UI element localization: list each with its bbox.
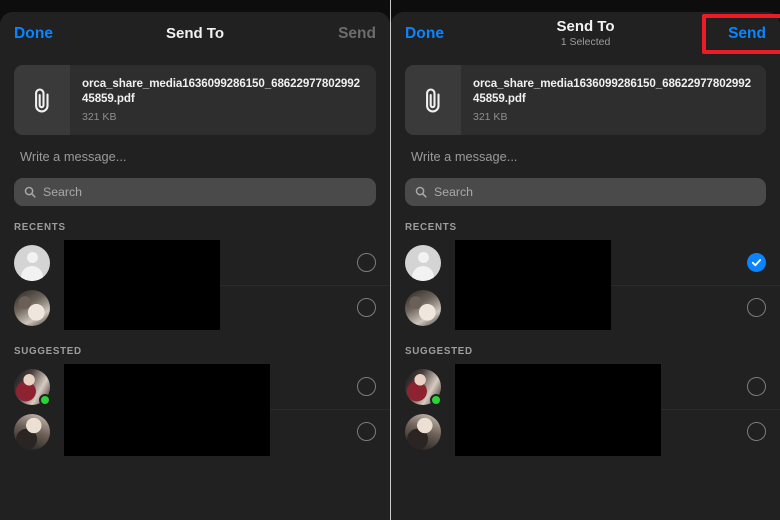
navigation-bar: Done Send To Send xyxy=(0,12,390,56)
search-icon xyxy=(415,186,427,198)
attachment-card[interactable]: orca_share_media1636099286150_6862297780… xyxy=(405,65,766,135)
online-status-indicator xyxy=(430,393,442,406)
section-header-recents: RECENTS xyxy=(405,222,457,233)
list-item[interactable] xyxy=(0,409,390,454)
search-container: Search xyxy=(391,164,780,206)
avatar xyxy=(405,244,441,281)
checkmark-icon xyxy=(751,259,762,267)
section-header-suggested: SUGGESTED xyxy=(405,346,473,357)
default-person-avatar xyxy=(405,244,441,281)
avatar xyxy=(405,289,441,326)
attachment-info: orca_share_media1636099286150_6862297780… xyxy=(461,65,766,135)
photo-avatar xyxy=(14,413,50,450)
page-title: Send To xyxy=(165,24,225,42)
share-sheet: Done Send To 1 Selected Send orca_share_… xyxy=(391,12,780,520)
avatar xyxy=(405,368,442,406)
list-item[interactable] xyxy=(0,285,390,330)
message-placeholder: Write a message... xyxy=(411,149,518,164)
navbar-title-group: Send To 1 Selected xyxy=(391,12,780,56)
photo-avatar xyxy=(405,413,441,450)
suggested-list xyxy=(391,364,780,456)
list-item[interactable] xyxy=(0,364,390,409)
navbar-title-group: Send To xyxy=(0,12,390,56)
photo-avatar xyxy=(405,289,441,326)
search-placeholder: Search xyxy=(434,185,473,199)
paperclip-icon xyxy=(14,65,70,135)
paperclip-icon xyxy=(405,65,461,135)
share-sheet: Done Send To Send orca_share_media163609… xyxy=(0,12,390,520)
avatar xyxy=(14,368,51,406)
navigation-bar: Done Send To 1 Selected Send xyxy=(391,12,780,56)
select-checkbox[interactable] xyxy=(747,377,766,396)
page-title: Send To xyxy=(556,18,615,36)
send-button[interactable]: Send xyxy=(338,25,376,43)
attachment-filesize: 321 KB xyxy=(473,110,508,123)
suggested-list xyxy=(0,364,390,456)
section-header-suggested: SUGGESTED xyxy=(14,346,82,357)
search-input[interactable]: Search xyxy=(405,178,766,206)
avatar xyxy=(14,244,50,281)
list-item[interactable] xyxy=(391,409,780,454)
avatar xyxy=(14,289,50,326)
panel-after: Done Send To 1 Selected Send orca_share_… xyxy=(390,0,780,520)
attachment-filesize: 321 KB xyxy=(82,110,117,123)
search-input[interactable]: Search xyxy=(14,178,376,206)
list-item[interactable] xyxy=(391,240,780,285)
select-checkbox[interactable] xyxy=(357,253,376,272)
online-status-indicator xyxy=(39,393,51,406)
send-button[interactable]: Send xyxy=(728,25,766,43)
list-item[interactable] xyxy=(391,364,780,409)
done-button[interactable]: Done xyxy=(405,25,444,43)
done-button[interactable]: Done xyxy=(14,25,53,43)
attachment-filename: orca_share_media1636099286150_6862297780… xyxy=(82,77,360,106)
select-checkbox[interactable] xyxy=(747,298,766,317)
select-checkbox[interactable] xyxy=(357,377,376,396)
search-placeholder: Search xyxy=(43,185,82,199)
message-field[interactable]: Write a message... xyxy=(391,135,780,164)
select-checkbox[interactable] xyxy=(357,422,376,441)
attachment-info: orca_share_media1636099286150_6862297780… xyxy=(70,65,376,135)
list-item[interactable] xyxy=(391,285,780,330)
recents-list xyxy=(391,240,780,330)
selection-count: 1 Selected xyxy=(560,36,611,49)
attachment-card[interactable]: orca_share_media1636099286150_6862297780… xyxy=(14,65,376,135)
attachment-filename: orca_share_media1636099286150_6862297780… xyxy=(473,77,751,106)
comparison-screenshot: Done Send To Send orca_share_media163609… xyxy=(0,0,780,520)
message-placeholder: Write a message... xyxy=(20,149,127,164)
section-header-recents: RECENTS xyxy=(14,222,66,233)
select-checkbox[interactable] xyxy=(747,253,766,272)
default-person-avatar xyxy=(14,244,50,281)
photo-avatar xyxy=(14,289,50,326)
recents-list xyxy=(0,240,390,330)
avatar xyxy=(405,413,441,450)
select-checkbox[interactable] xyxy=(357,298,376,317)
select-checkbox[interactable] xyxy=(747,422,766,441)
panel-before: Done Send To Send orca_share_media163609… xyxy=(0,0,390,520)
list-item[interactable] xyxy=(0,240,390,285)
search-container: Search xyxy=(0,164,390,206)
message-field[interactable]: Write a message... xyxy=(0,135,390,164)
avatar xyxy=(14,413,50,450)
search-icon xyxy=(24,186,36,198)
